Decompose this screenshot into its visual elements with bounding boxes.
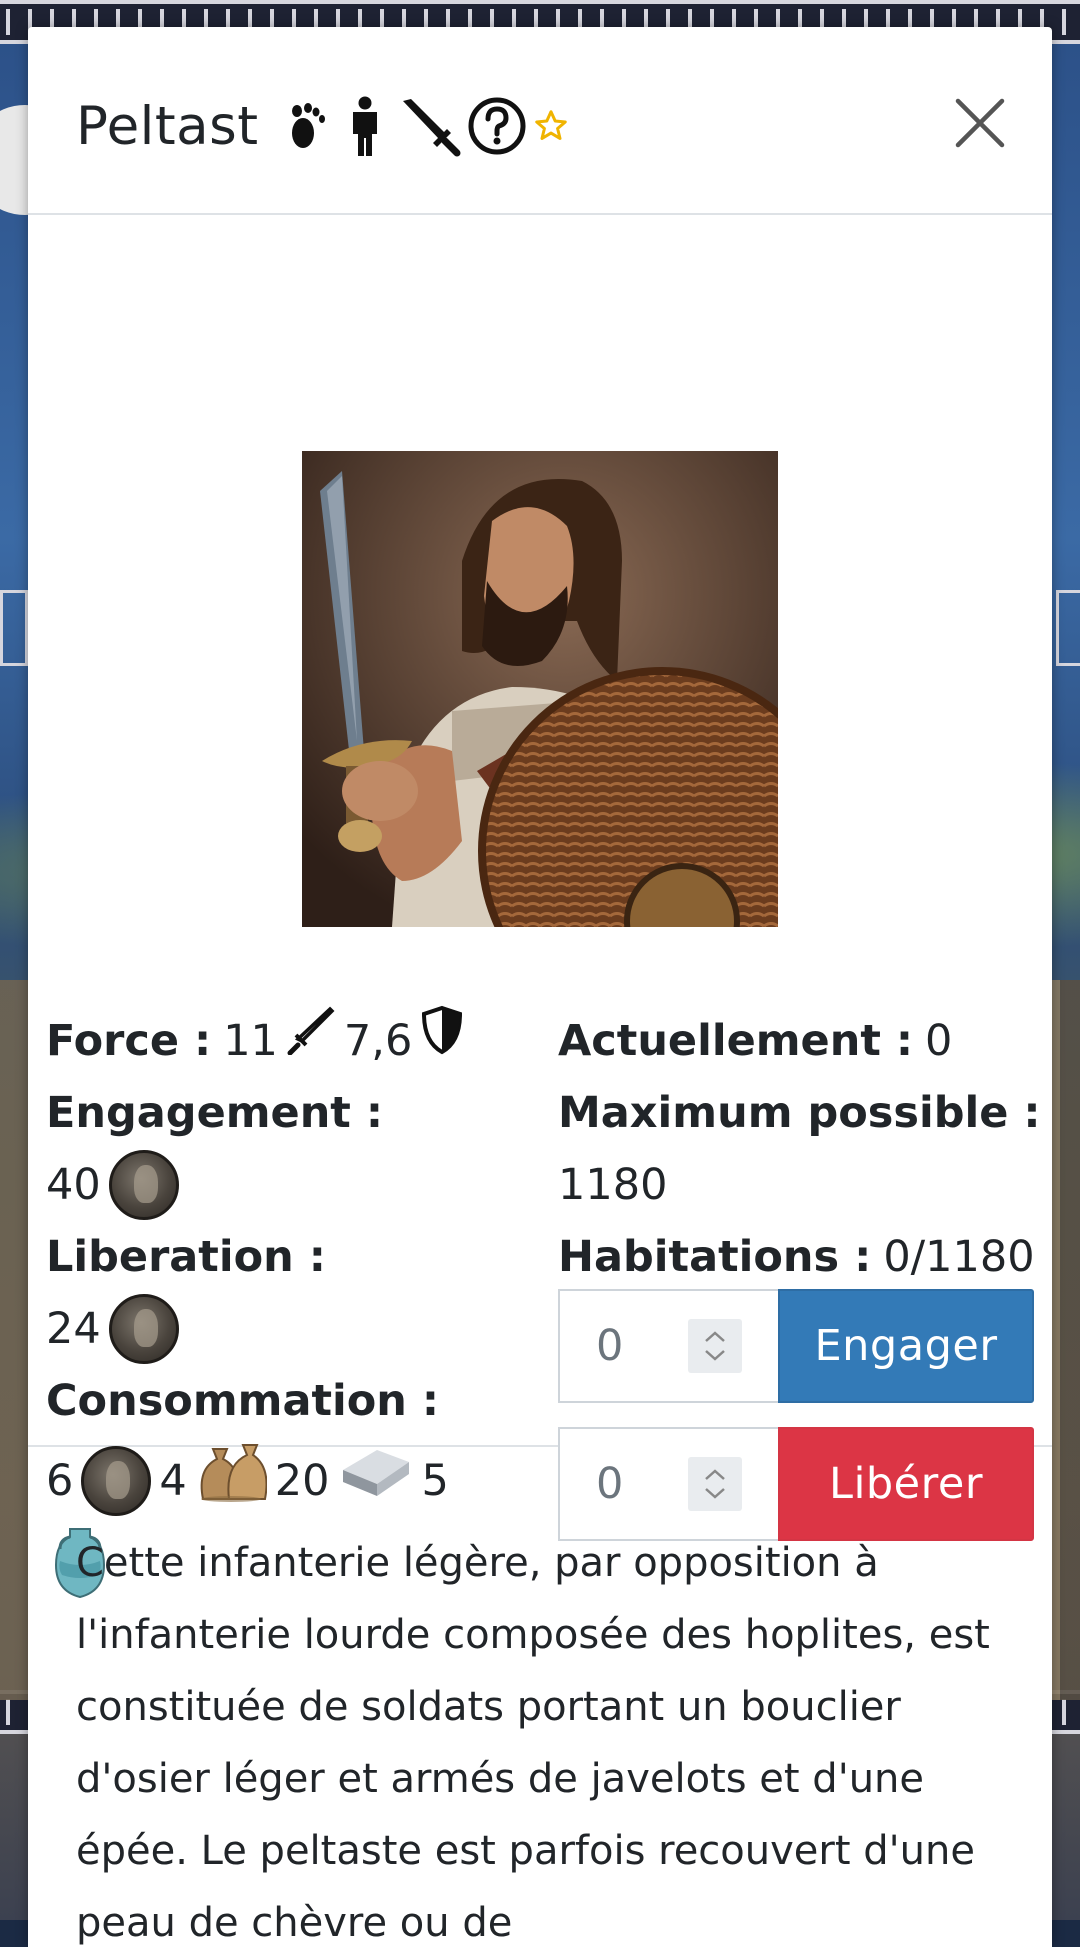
force-attack-value: 11 xyxy=(223,1016,278,1066)
coin-icon xyxy=(108,1150,179,1220)
current-label: Actuellement : xyxy=(558,1016,914,1066)
engagement-cost-line: 40 xyxy=(46,1149,546,1221)
title-row: Peltast xyxy=(76,95,575,157)
liberation-label-line: Liberation : xyxy=(46,1221,546,1293)
liberation-label: Liberation : xyxy=(46,1232,326,1282)
background-frame xyxy=(0,590,28,666)
close-button[interactable] xyxy=(952,95,1008,151)
housing-value: 0/1180 xyxy=(883,1232,1035,1282)
chevron-down-icon[interactable] xyxy=(704,1487,726,1499)
chevron-down-icon[interactable] xyxy=(704,1349,726,1361)
attack-sword-icon xyxy=(286,1005,336,1077)
recruitment-status: Actuellement : 0 Maximum possible : 1180… xyxy=(558,1005,1041,1293)
unit-description: Cette infanterie légère, par opposition … xyxy=(76,1540,990,1946)
modal-body: Force : 11 7,6 Engagement: 40 Liberatio… xyxy=(28,215,1052,1599)
force-label: Force : xyxy=(46,1016,212,1066)
engagement-label-line: Engagement : xyxy=(46,1077,546,1149)
max-label: Maximum possible : xyxy=(558,1088,1041,1138)
unit-detail-modal: Peltast Force: 11 7,6 Engagement: 40 L… xyxy=(28,27,1052,1947)
consumption-values-line: 6 4 20 5 xyxy=(46,1437,546,1525)
consumption-label-line: Consommation : xyxy=(46,1365,546,1437)
max-label-line: Maximum possible : xyxy=(558,1077,1041,1149)
consumption-amphora-amount: 5 xyxy=(421,1456,449,1506)
footprint-icon xyxy=(283,99,329,153)
modal-header: Peltast xyxy=(28,27,1052,215)
unit-title: Peltast xyxy=(76,95,259,157)
release-quantity-value: 0 xyxy=(596,1459,624,1509)
consumption-coin-amount: 6 xyxy=(46,1456,74,1506)
star-icon xyxy=(533,108,569,144)
coin-icon xyxy=(108,1294,179,1364)
current-value: 0 xyxy=(925,1016,953,1066)
unit-portrait xyxy=(302,451,778,927)
current-line: Actuellement : 0 xyxy=(558,1005,1038,1077)
question-circle-icon[interactable] xyxy=(467,96,527,156)
release-quantity-stepper[interactable] xyxy=(688,1457,742,1511)
housing-label: Habitations : xyxy=(558,1232,872,1282)
engage-quantity-stepper[interactable] xyxy=(688,1319,742,1373)
person-icon xyxy=(347,96,383,156)
housing-line: Habitations : 0/1180 xyxy=(558,1221,1038,1293)
release-quantity-input[interactable]: 0 xyxy=(558,1427,778,1541)
engage-row: 0 Engager xyxy=(558,1289,1034,1403)
liberation-cost-line: 24 xyxy=(46,1293,546,1365)
engagement-cost-value: 40 xyxy=(46,1160,101,1210)
grain-sacks-icon xyxy=(195,1437,268,1525)
engagement-label: Engagement : xyxy=(46,1088,384,1138)
consumption-silver-amount: 20 xyxy=(274,1456,330,1506)
silver-ingot-icon xyxy=(337,1440,413,1522)
max-value-line: 1180 xyxy=(558,1149,1038,1221)
release-button[interactable]: Libérer xyxy=(778,1427,1034,1541)
release-row: 0 Libérer xyxy=(558,1427,1034,1541)
liberation-cost-value: 24 xyxy=(46,1304,101,1354)
max-value: 1180 xyxy=(558,1160,668,1210)
force-defense-value: 7,6 xyxy=(343,1016,413,1066)
engage-button[interactable]: Engager xyxy=(778,1289,1034,1403)
force-line: Force : 11 7,6 xyxy=(46,1005,546,1077)
consumption-grain-amount: 4 xyxy=(159,1456,187,1506)
engage-quantity-input[interactable]: 0 xyxy=(558,1289,778,1403)
consumption-label: Consommation : xyxy=(46,1376,440,1426)
close-icon xyxy=(955,98,1005,148)
engage-quantity-value: 0 xyxy=(596,1321,624,1371)
sword-icon xyxy=(399,95,461,157)
chevron-up-icon[interactable] xyxy=(704,1469,726,1481)
background-frame xyxy=(1056,590,1080,666)
chevron-up-icon[interactable] xyxy=(704,1331,726,1343)
coin-icon xyxy=(81,1446,152,1516)
defense-shield-icon xyxy=(420,1005,464,1077)
